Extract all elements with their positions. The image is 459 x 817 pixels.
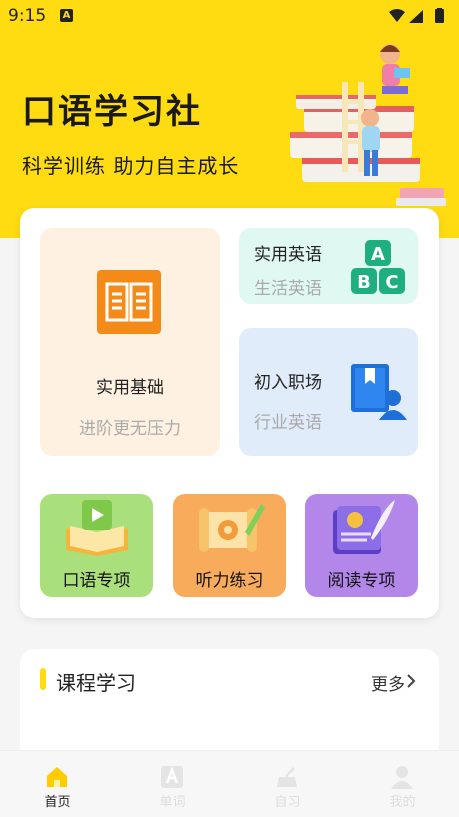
status-bar: 9:15 A [0,0,459,32]
book-person-icon [351,364,407,420]
tab-home[interactable]: 首页 [0,751,115,817]
feature-card: 实用基础 进阶更无压力 实用英语 生活英语 A B C 初入职场 行业英语 口语… [20,208,439,618]
basics-subtitle: 进阶更无压力 [79,419,181,439]
signal-icon [409,10,423,23]
section-accent-bar [40,668,46,690]
tab-self-study[interactable]: 自习 [230,751,345,817]
tab-self-study-label: 自习 [274,795,301,810]
basics-title: 实用基础 [96,378,164,398]
tab-words[interactable]: 单词 [115,751,230,817]
work-title: 初入职场 [254,373,322,393]
books-kids-illustration [290,44,446,206]
english-subtitle: 生活英语 [254,279,322,299]
tile-reading-special[interactable]: 阅读专项 [305,494,418,597]
wifi-icon [389,9,405,22]
app-title: 口语学习社 [22,92,202,132]
tab-profile-label: 我的 [389,795,416,810]
tab-words-label: 单词 [159,795,186,810]
tile-oral-special[interactable]: 口语专项 [40,494,153,597]
hero-banner: 9:15 A 口语学习社 科学训练 助力自主成长 [0,0,459,238]
work-subtitle: 行业英语 [254,413,322,433]
chevron-right-icon[interactable] [405,672,417,690]
battery-icon [435,9,444,23]
course-more-link[interactable]: 更多 [371,670,405,695]
video-book-icon [66,500,128,556]
abc-blocks-icon: A B C [351,240,405,294]
scroll-pencil-icon [199,504,265,552]
home-icon [47,767,67,787]
bottom-tab-bar: 首页 单词 自习 我的 [0,750,459,817]
block-b-letter: B [357,272,371,293]
tile-practical-basics[interactable]: 实用基础 进阶更无压力 [40,228,220,456]
status-time: 9:15 [8,6,47,26]
book-quill-icon [333,500,395,554]
word-icon [161,766,183,788]
tab-profile[interactable]: 我的 [345,751,459,817]
app-slogan: 科学训练 助力自主成长 [22,154,240,178]
tile-entering-workplace[interactable]: 初入职场 行业英语 [239,328,418,456]
listening-label: 听力练习 [195,571,264,591]
profile-icon [391,766,413,789]
status-icons [389,8,444,23]
english-title: 实用英语 [254,245,322,265]
reading-label: 阅读专项 [327,571,396,591]
oral-label: 口语专项 [62,571,131,591]
block-c-letter: C [385,272,398,293]
reading-card-icon [97,270,161,334]
study-icon [277,767,297,787]
block-a-letter: A [371,244,385,265]
tab-home-label: 首页 [44,795,71,810]
notification-icon: A [60,9,73,22]
tile-practical-english[interactable]: 实用英语 生活英语 A B C [239,228,418,304]
tile-listening-practice[interactable]: 听力练习 [173,494,286,597]
course-section-title: 课程学习 [56,671,136,695]
